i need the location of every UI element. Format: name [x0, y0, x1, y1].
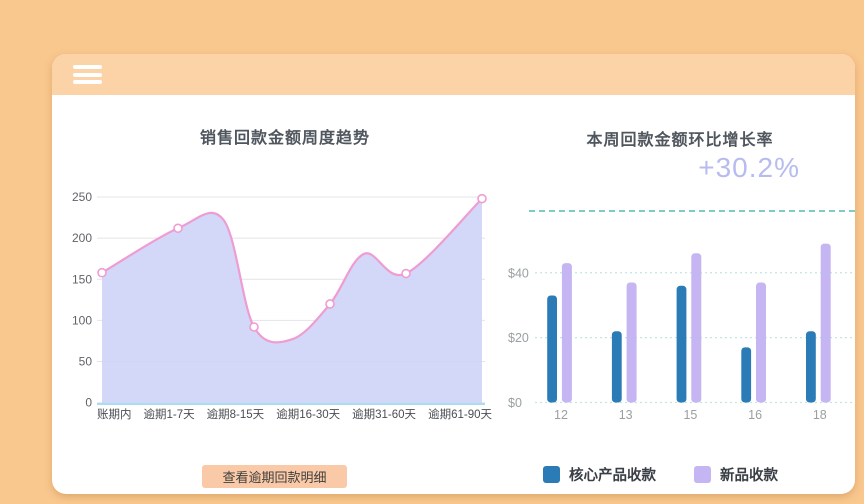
bar-core	[547, 295, 557, 403]
core-series-label: 核心产品收款	[569, 468, 656, 484]
line-chart-title: 销售回款金额周度趋势	[199, 130, 370, 147]
bar-new	[756, 282, 766, 403]
data-point-marker	[97, 267, 107, 278]
bar-core	[806, 331, 816, 403]
legend-item-core[interactable]: 核心产品收款	[543, 464, 656, 485]
dashboard-page: 销售回款金额周度趋势 本周回款金额环比增长率 +30.2% 0 50 100 150 2…	[0, 0, 864, 504]
core-series-swatch	[543, 466, 560, 483]
y-tick-label: 200	[72, 231, 92, 245]
bar-core	[676, 285, 687, 403]
x-axis-label: 逾期8-15天	[206, 409, 265, 421]
area-fill	[102, 198, 482, 404]
dashboard-card: 销售回款金额周度趋势 本周回款金额环比增长率 +30.2% 0 50 100 150 2…	[52, 54, 855, 494]
growth-bar-chart: $0 $20 $40 12 13 15 16 18	[508, 243, 853, 422]
data-point-marker	[325, 299, 335, 309]
legend-item-new[interactable]: 新品收款	[694, 464, 778, 485]
weekly-trend-chart: 0 50 100 150 200 250	[72, 190, 487, 410]
x-axis-label: 逾期1-7天	[143, 409, 195, 421]
bar-core	[741, 347, 752, 403]
data-point-marker	[401, 268, 411, 279]
x-tick-label: 13	[619, 408, 633, 422]
y-tick-label: 50	[79, 355, 93, 369]
new-series-swatch	[694, 466, 711, 483]
bar-chart-title: 本周回款金额环比增长率	[586, 132, 774, 149]
new-series-label: 新品收款	[720, 468, 778, 484]
y-tick-label: 250	[72, 190, 92, 204]
x-tick-label: 12	[554, 408, 568, 422]
x-axis-label: 逾期16-30天	[276, 409, 341, 421]
card-header	[52, 54, 855, 95]
bar-new	[691, 253, 702, 403]
x-axis-label: 逾期31-60天	[352, 409, 417, 421]
menu-button[interactable]	[73, 65, 102, 84]
x-tick-label: 16	[748, 408, 762, 422]
bar-new	[626, 282, 637, 403]
y-tick-label: 100	[72, 313, 92, 327]
x-axis-label: 账期内	[97, 409, 132, 421]
y-tick-label: $20	[508, 331, 529, 345]
y-tick-label: 0	[85, 396, 92, 410]
x-tick-label: 18	[813, 408, 827, 422]
y-tick-label: 150	[72, 272, 92, 286]
data-point-marker	[477, 193, 487, 204]
bar-new	[561, 263, 572, 403]
hamburger-icon	[73, 65, 102, 84]
y-tick-label: $0	[508, 396, 522, 410]
x-tick-label: 15	[683, 408, 697, 422]
growth-rate-value: +30.2%	[698, 152, 800, 183]
view-overdue-detail-button[interactable]: 查看逾期回款明细	[202, 465, 347, 488]
y-tick-label: $40	[508, 266, 529, 280]
bar-core	[611, 331, 622, 403]
x-axis-labels: 账期内 逾期1-7天 逾期8-15天 逾期16-30天 逾期31-60天 逾期61-90天	[97, 406, 492, 422]
data-point-marker	[173, 223, 183, 234]
x-axis-label: 逾期61-90天	[428, 409, 492, 421]
data-point-marker	[249, 322, 259, 332]
reference-dashed-line	[529, 210, 855, 212]
bar-new	[820, 243, 831, 403]
chart-legend: 核心产品收款 新品收款	[543, 464, 778, 485]
